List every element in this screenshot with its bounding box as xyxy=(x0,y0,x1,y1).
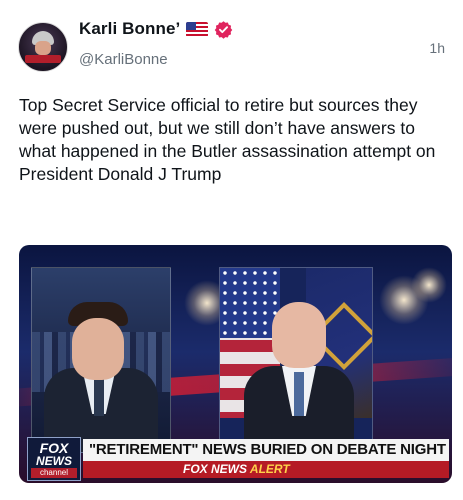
chyron-alert-bar: FOX NEWS ALERT xyxy=(83,461,449,478)
author-name-row: Karli Bonne’ xyxy=(79,19,233,39)
stage-light-shape xyxy=(411,267,447,303)
logo-line-1: FOX xyxy=(39,440,69,456)
official-head-shape xyxy=(272,302,326,368)
verified-badge-icon xyxy=(215,20,233,39)
post-text: Top Secret Service official to retire bu… xyxy=(19,95,436,184)
chyron-headline: "RETIREMENT" NEWS BURIED ON DEBATE NIGHT xyxy=(83,439,449,461)
alert-brand: FOX NEWS xyxy=(183,462,248,476)
post-timestamp[interactable]: 1h xyxy=(429,40,445,56)
official-tie-shape xyxy=(294,372,304,416)
logo-line-3: channel xyxy=(31,468,77,478)
news-chyron: FOX NEWS channel "RETIREMENT" NEWS BURIE… xyxy=(19,435,452,483)
author-handle[interactable]: @KarliBonne xyxy=(79,51,168,68)
official-portrait-panel xyxy=(219,267,373,453)
alert-word: ALERT xyxy=(249,462,290,476)
avatar[interactable] xyxy=(18,22,68,72)
post-media-image[interactable]: FOX NEWS channel "RETIREMENT" NEWS BURIE… xyxy=(19,245,452,483)
us-flag-icon xyxy=(186,21,209,37)
post-card[interactable]: Karli Bonne’ @KarliBonne 1h Top Secret S… xyxy=(0,0,463,500)
host-head-shape xyxy=(72,318,124,380)
host-tie-shape xyxy=(94,376,104,416)
avatar-face-shape xyxy=(35,41,51,55)
avatar-banner-shape xyxy=(25,55,61,63)
logo-line-2: NEWS xyxy=(36,454,72,468)
host-video-panel xyxy=(31,267,171,453)
network-logo: FOX NEWS channel xyxy=(27,437,81,481)
author-display-name[interactable]: Karli Bonne’ xyxy=(79,19,180,39)
